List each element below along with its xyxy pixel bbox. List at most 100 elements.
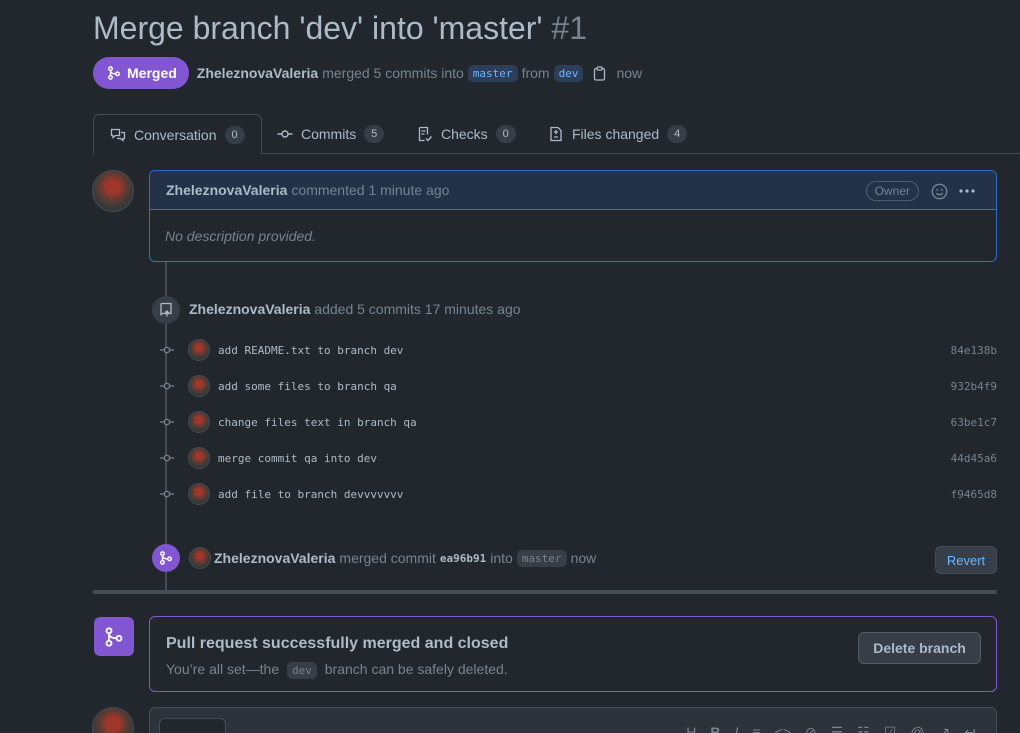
timeline-divider	[93, 590, 997, 594]
smiley-icon[interactable]	[931, 183, 948, 203]
commit-sha[interactable]: 84e138b	[951, 344, 997, 357]
commit-row[interactable]: merge commit qa into dev 44d45a6	[160, 446, 997, 470]
mention-icon[interactable]: @	[910, 724, 924, 733]
commit-message[interactable]: change files text in branch qa	[218, 416, 417, 429]
task-list-icon[interactable]: ☑	[884, 724, 897, 733]
code-icon[interactable]: <>	[775, 724, 791, 733]
git-commit-icon	[160, 454, 174, 462]
delete-branch-button[interactable]: Delete branch	[858, 632, 981, 664]
git-commit-icon	[160, 418, 174, 426]
commit-row[interactable]: change files text in branch qa 63be1c7	[160, 410, 997, 434]
commit-author-avatar[interactable]	[188, 375, 210, 397]
page-title: Merge branch 'dev' into 'master' #1	[93, 10, 587, 47]
numbered-list-icon[interactable]: ☷	[857, 724, 870, 733]
commit-author-avatar[interactable]	[188, 339, 210, 361]
commits-event-header: ZheleznovaValeria added 5 commits 17 min…	[189, 301, 521, 317]
reference-icon[interactable]: ↗	[939, 724, 951, 733]
commit-row[interactable]: add README.txt to branch dev 84e138b	[160, 338, 997, 362]
kebab-menu-icon[interactable]	[958, 183, 976, 202]
tab-files-label: Files changed	[572, 126, 660, 142]
commits-event-author[interactable]: ZheleznovaValeria	[189, 301, 310, 317]
commit-sha[interactable]: 63be1c7	[951, 416, 997, 429]
merge-branch-link[interactable]: master	[516, 549, 567, 567]
tab-checks[interactable]: Checks 0	[417, 114, 516, 154]
merge-status-sub-after: branch can be safely deleted.	[324, 661, 508, 677]
pr-author-link[interactable]: ZheleznovaValeria	[197, 65, 318, 81]
reply-icon[interactable]: ↩	[964, 724, 976, 733]
tab-files-count: 4	[667, 125, 688, 143]
italic-icon[interactable]: I	[734, 724, 738, 733]
git-merge-icon	[108, 66, 120, 80]
commit-sha[interactable]: 44d45a6	[951, 452, 997, 465]
tab-commits[interactable]: Commits 5	[277, 114, 385, 154]
commit-message[interactable]: add README.txt to branch dev	[218, 344, 403, 357]
link-icon[interactable]: ⊘	[805, 724, 817, 733]
merge-status-sub-before: You’re all set—the	[166, 661, 280, 677]
merge-status-title: Pull request successfully merged and clo…	[166, 635, 509, 652]
commit-message[interactable]: merge commit qa into dev	[218, 452, 377, 465]
comment-editor[interactable]: H B I ≡ <> ⊘ ☰ ☷ ☑ @ ↗ ↩	[149, 707, 997, 733]
commit-message[interactable]: add file to branch devvvvvvv	[218, 488, 403, 501]
owner-badge: Owner	[865, 181, 919, 201]
git-commit-icon	[160, 382, 174, 390]
tab-checks-count: 0	[495, 125, 516, 143]
bold-icon[interactable]: B	[710, 724, 720, 733]
merge-event-text: merged commit	[339, 550, 436, 566]
merge-status-branch: dev	[287, 662, 317, 679]
commits-event-text: added 5 commits 17 minutes ago	[314, 301, 521, 317]
merge-author-avatar[interactable]	[189, 547, 211, 569]
comment-avatar[interactable]	[92, 170, 134, 212]
commit-author-avatar[interactable]	[188, 483, 210, 505]
tab-commits-label: Commits	[301, 126, 357, 142]
pr-title-text: Merge branch 'dev' into 'master'	[93, 10, 543, 46]
tab-commits-count: 5	[364, 125, 385, 143]
commit-sha[interactable]: 932b4f9	[951, 380, 997, 393]
commit-author-avatar[interactable]	[188, 411, 210, 433]
merged-time: now	[616, 65, 643, 81]
tab-conversation-label: Conversation	[134, 126, 217, 143]
merge-event-author[interactable]: ZheleznovaValeria	[214, 550, 335, 566]
git-commit-icon	[277, 130, 293, 138]
merge-into-text: into	[490, 550, 513, 566]
commit-message[interactable]: add some files to branch qa	[218, 380, 397, 393]
tab-files-changed[interactable]: Files changed 4	[548, 114, 688, 154]
tab-conversation-count: 0	[224, 125, 245, 144]
checklist-icon	[418, 126, 433, 142]
commit-row[interactable]: add some files to branch qa 932b4f9	[160, 374, 997, 398]
comment-body: No description provided.	[165, 228, 316, 244]
comment-author-link[interactable]: ZheleznovaValeria	[166, 182, 287, 198]
merge-event-header: ZheleznovaValeria merged commit ea96b91 …	[189, 546, 596, 570]
pr-description-comment: ZheleznovaValeria commented 1 minute ago…	[149, 170, 997, 262]
file-diff-icon	[550, 126, 562, 142]
copy-icon[interactable]	[593, 65, 606, 81]
head-branch-link[interactable]: dev	[553, 64, 584, 82]
merged-state-label: Merged	[127, 65, 177, 81]
commit-row[interactable]: add file to branch devvvvvvv f9465d8	[160, 482, 997, 506]
comment-discussion-icon	[110, 128, 126, 142]
tab-conversation[interactable]: Conversation 0	[93, 114, 262, 155]
bullet-list-icon[interactable]: ☰	[831, 724, 844, 733]
editor-toolbar: H B I ≡ <> ⊘ ☰ ☷ ☑ @ ↗ ↩	[686, 724, 976, 733]
git-commit-icon	[160, 346, 174, 354]
heading-icon[interactable]: H	[686, 724, 696, 733]
from-text: from	[521, 65, 550, 81]
git-commit-icon	[160, 490, 174, 498]
commit-author-avatar[interactable]	[188, 447, 210, 469]
commit-sha[interactable]: f9465d8	[951, 488, 997, 501]
comment-timestamp: commented 1 minute ago	[291, 182, 450, 198]
merged-text: merged 5 commits into	[322, 65, 464, 81]
pr-number: #1	[551, 10, 588, 46]
merge-commit-sha[interactable]: ea96b91	[440, 552, 486, 565]
revert-button[interactable]: Revert	[935, 546, 997, 574]
base-branch-link[interactable]: master	[467, 64, 518, 82]
tab-checks-label: Checks	[441, 126, 488, 142]
current-user-avatar[interactable]	[92, 707, 134, 733]
merged-state-badge: Merged	[93, 57, 189, 89]
git-merge-icon	[152, 544, 180, 572]
repo-push-icon	[152, 296, 180, 324]
git-merge-icon	[94, 617, 134, 656]
merge-status-subtitle: You’re all set—the dev branch can be saf…	[166, 661, 508, 679]
pr-meta: Merged ZheleznovaValeria merged 5 commit…	[93, 57, 642, 89]
write-tab[interactable]	[159, 718, 226, 733]
quote-icon[interactable]: ≡	[752, 724, 760, 733]
